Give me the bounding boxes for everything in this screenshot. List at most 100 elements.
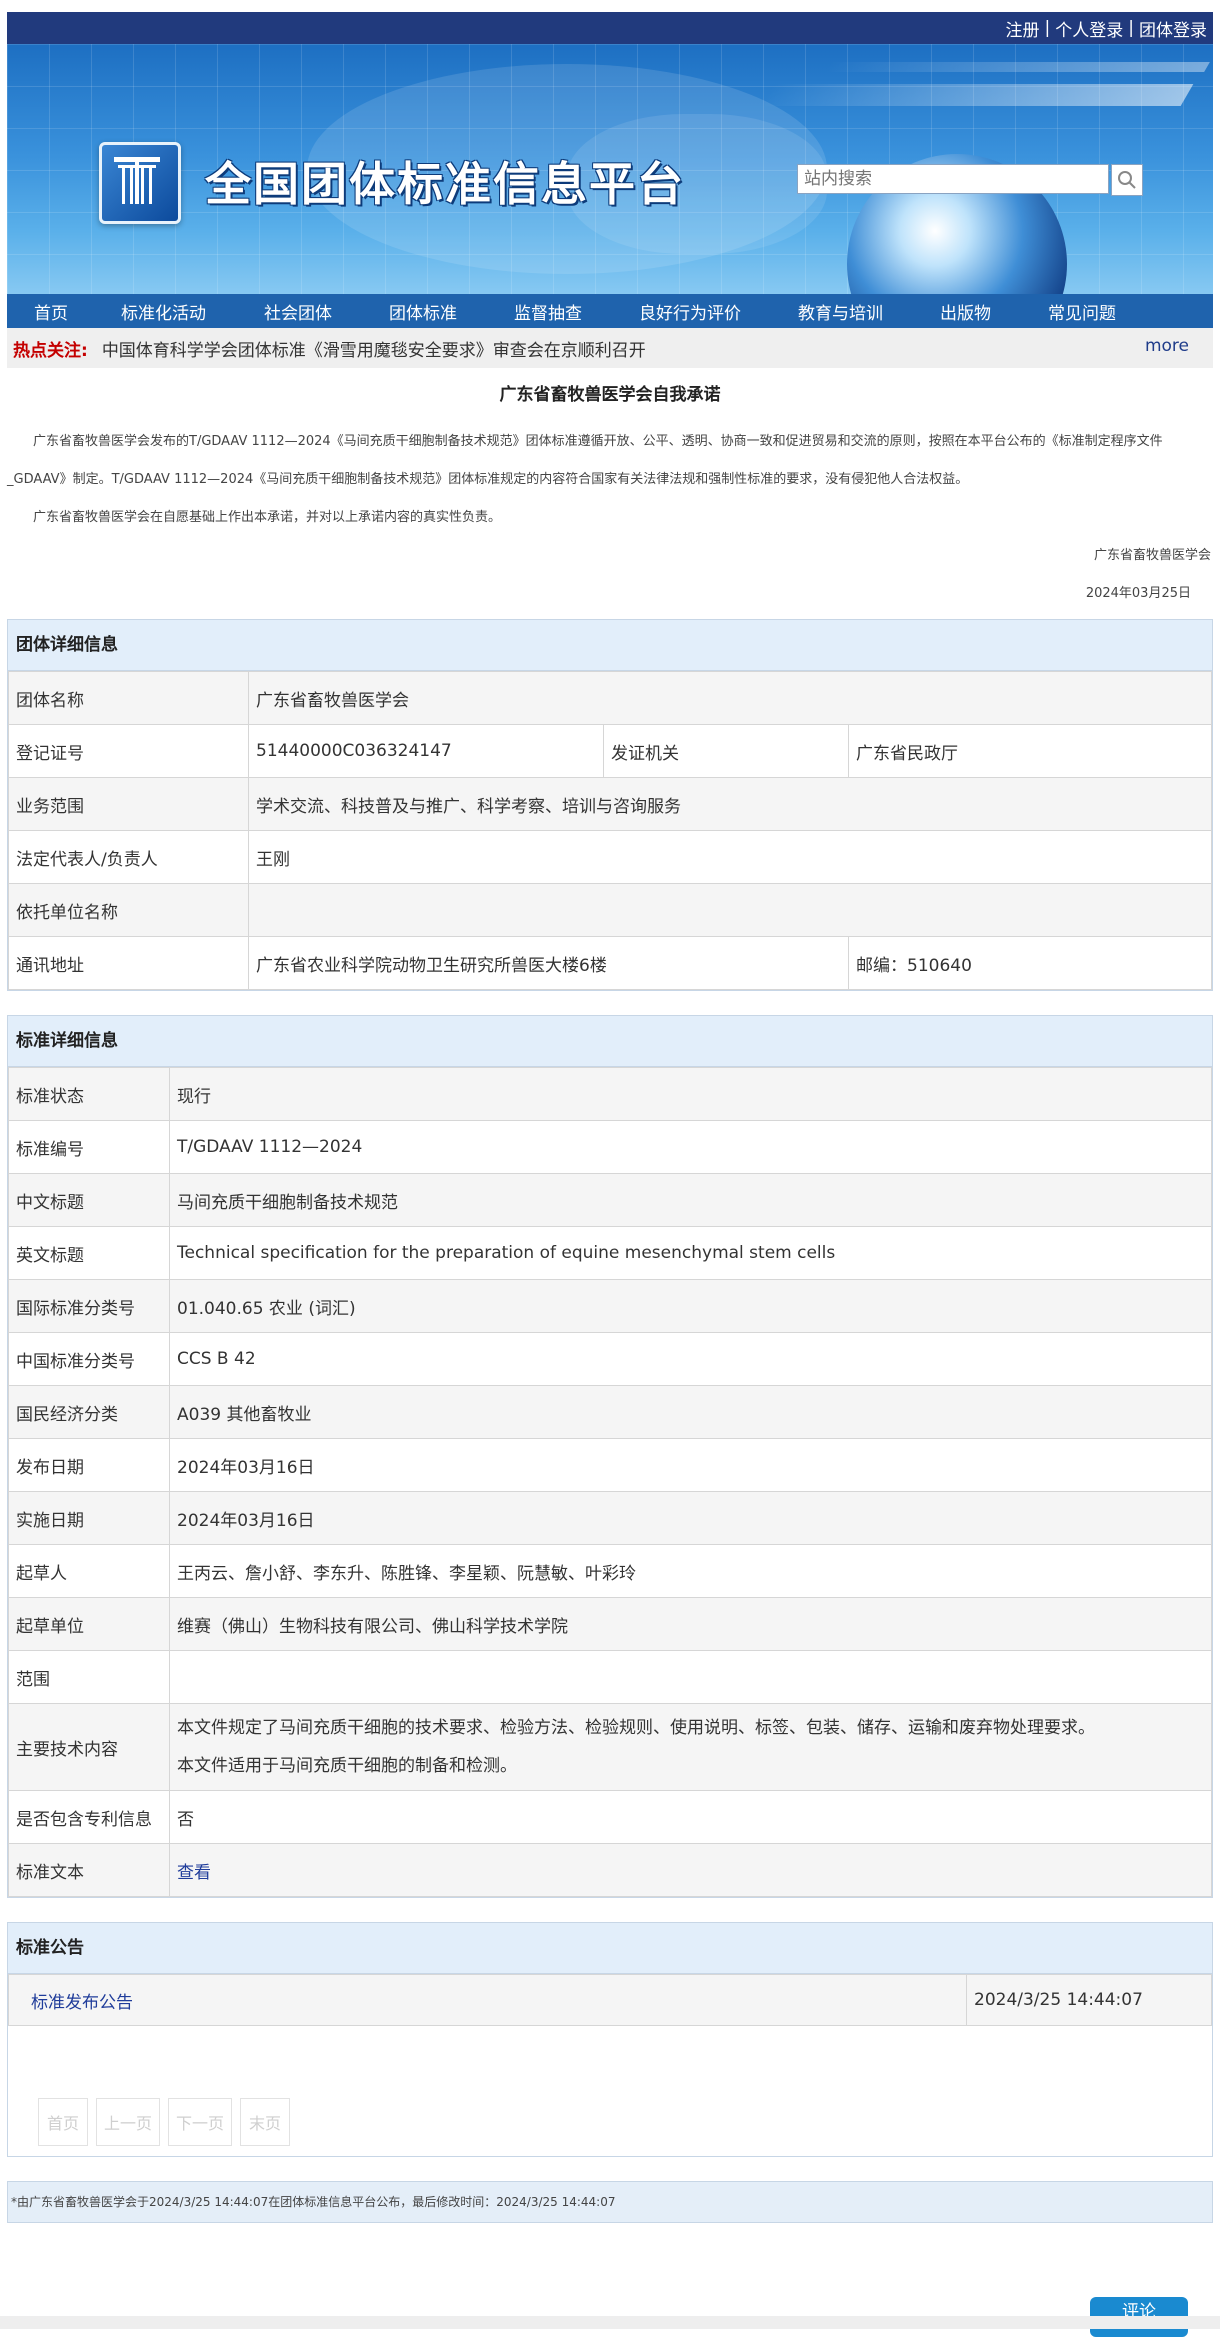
table-row: 登记证号 51440000C036324147 发证机关 广东省民政厅 <box>8 724 1212 778</box>
notice-table: 标准发布公告 2024/3/25 14:44:07 <box>8 1974 1212 2026</box>
table-value: 学术交流、科技普及与推广、科学考察、培训与咨询服务 <box>248 777 1212 831</box>
tech-content-line: 本文件规定了马间充质干细胞的技术要求、检验方法、检验规则、使用说明、标签、包装、… <box>177 1718 1095 1738</box>
table-label: 发证机关 <box>603 724 849 778</box>
table-row: 依托单位名称 <box>8 883 1212 937</box>
last-page-button[interactable]: 末页 <box>240 2098 290 2146</box>
table-row: 主要技术内容 本文件规定了马间充质干细胞的技术要求、检验方法、检验规则、使用说明… <box>8 1703 1212 1791</box>
promise-signature: 广东省畜牧兽医学会 <box>1093 548 1211 563</box>
view-standard-link[interactable]: 查看 <box>177 1863 211 1883</box>
table-value: 现行 <box>169 1067 1212 1121</box>
table-row: 实施日期 2024年03月16日 <box>8 1491 1212 1545</box>
table-value: 51440000C036324147 <box>248 724 604 778</box>
zip-code: 邮编：510640 <box>848 936 1212 990</box>
table-value: 2024年03月16日 <box>169 1438 1212 1492</box>
personal-login-link[interactable]: 个人登录 <box>1055 16 1123 41</box>
search-icon <box>1118 171 1136 189</box>
notice-time: 2024/3/25 14:44:07 <box>966 1974 1212 2026</box>
table-label: 英文标题 <box>8 1226 170 1280</box>
table-value: 本文件规定了马间充质干细胞的技术要求、检验方法、检验规则、使用说明、标签、包装、… <box>169 1703 1212 1791</box>
table-label: 实施日期 <box>8 1491 170 1545</box>
table-row: 标准发布公告 2024/3/25 14:44:07 <box>8 1974 1212 2026</box>
hot-news-label: 热点关注: <box>13 340 88 361</box>
nav-item-supervision[interactable]: 监督抽查 <box>514 299 582 324</box>
table-row: 起草单位 维赛（佛山）生物科技有限公司、佛山科学技术学院 <box>8 1597 1212 1651</box>
nav-item-group-standards[interactable]: 团体标准 <box>389 299 457 324</box>
table-label: 发布日期 <box>8 1438 170 1492</box>
table-value: 广东省农业科学院动物卫生研究所兽医大楼6楼 <box>248 936 849 990</box>
banner: 全国团体标准信息平台 <box>7 44 1213 294</box>
table-row: 团体名称 广东省畜牧兽医学会 <box>8 671 1212 725</box>
notice-header: 标准公告 <box>8 1923 1212 1974</box>
table-row: 国际标准分类号 01.040.65 农业 (词汇) <box>8 1279 1212 1333</box>
table-row: 发布日期 2024年03月16日 <box>8 1438 1212 1492</box>
first-page-button[interactable]: 首页 <box>38 2098 88 2146</box>
nav-item-groups[interactable]: 社会团体 <box>264 299 332 324</box>
search-button[interactable] <box>1111 164 1143 196</box>
table-value: T/GDAAV 1112—2024 <box>169 1120 1212 1174</box>
table-label: 法定代表人/负责人 <box>8 830 249 884</box>
table-label: 标准状态 <box>8 1067 170 1121</box>
notice-item: 标准发布公告 <box>8 1974 967 2026</box>
hot-news-link[interactable]: 中国体育科学学会团体标准《滑雪用魔毯安全要求》审查会在京顺利召开 <box>102 336 646 361</box>
table-label: 中国标准分类号 <box>8 1332 170 1386</box>
register-link[interactable]: 注册 <box>1006 16 1040 41</box>
table-label: 业务范围 <box>8 777 249 831</box>
standard-info-panel: 标准详细信息 标准状态 现行 标准编号 T/GDAAV 1112—2024 中文标题 马间… <box>7 1015 1213 1898</box>
table-row: 法定代表人/负责人 王刚 <box>8 830 1212 884</box>
table-row: 标准状态 现行 <box>8 1067 1212 1121</box>
table-row: 标准编号 T/GDAAV 1112—2024 <box>8 1120 1212 1174</box>
top-bar: 注册 | 个人登录 | 团体登录 <box>7 12 1213 44</box>
table-label: 主要技术内容 <box>8 1703 170 1791</box>
nav-item-good-behavior[interactable]: 良好行为评价 <box>639 299 741 324</box>
more-link[interactable]: more <box>1145 336 1189 356</box>
table-label: 依托单位名称 <box>8 883 249 937</box>
table-label: 中文标题 <box>8 1173 170 1227</box>
table-value <box>248 883 1212 937</box>
notice-panel: 标准公告 标准发布公告 2024/3/25 14:44:07 首页 上一页 下一… <box>7 1922 1213 2157</box>
group-info-table: 团体名称 广东省畜牧兽医学会 登记证号 51440000C036324147 发… <box>8 671 1212 990</box>
nav-item-faq[interactable]: 常见问题 <box>1048 299 1116 324</box>
group-info-panel: 团体详细信息 团体名称 广东省畜牧兽医学会 登记证号 51440000C0363… <box>7 619 1213 991</box>
table-label: 标准文本 <box>8 1843 170 1897</box>
table-row: 中文标题 马间充质干细胞制备技术规范 <box>8 1173 1212 1227</box>
promise-date: 2024年03月25日 <box>1085 586 1191 601</box>
nav-item-education[interactable]: 教育与培训 <box>798 299 883 324</box>
group-info-header: 团体详细信息 <box>8 620 1212 671</box>
table-row: 国民经济分类 A039 其他畜牧业 <box>8 1385 1212 1439</box>
table-label: 起草人 <box>8 1544 170 1598</box>
table-value: 2024年03月16日 <box>169 1491 1212 1545</box>
nav-item-home[interactable]: 首页 <box>34 299 68 324</box>
separator: | <box>1128 18 1134 38</box>
table-value: 王刚 <box>248 830 1212 884</box>
banner-light-streak <box>760 84 1194 106</box>
banner-light-streak <box>824 62 1210 72</box>
table-value: A039 其他畜牧业 <box>169 1385 1212 1439</box>
nav-item-publications[interactable]: 出版物 <box>940 299 991 324</box>
prev-page-button[interactable]: 上一页 <box>96 2098 160 2146</box>
table-value: 广东省畜牧兽医学会 <box>248 671 1212 725</box>
promise-paragraph: 广东省畜牧兽医学会在自愿基础上作出本承诺，并对以上承诺内容的真实性负责。 <box>33 510 502 525</box>
search-input[interactable] <box>797 164 1109 194</box>
bottom-bar <box>0 2316 1220 2329</box>
promise-text: 广东省畜牧兽医学会发布的T/GDAAV 1112—2024《马间充质干细胞制备技… <box>7 423 1213 613</box>
table-label: 国民经济分类 <box>8 1385 170 1439</box>
standard-info-table: 标准状态 现行 标准编号 T/GDAAV 1112—2024 中文标题 马间充质干细胞制备… <box>8 1067 1212 1897</box>
next-page-button[interactable]: 下一页 <box>168 2098 232 2146</box>
site-search <box>797 164 1143 196</box>
table-value: 查看 <box>169 1843 1212 1897</box>
table-row: 通讯地址 广东省农业科学院动物卫生研究所兽医大楼6楼 邮编：510640 <box>8 936 1212 990</box>
separator: | <box>1044 18 1051 38</box>
group-login-link[interactable]: 团体登录 <box>1139 16 1207 41</box>
table-label: 国际标准分类号 <box>8 1279 170 1333</box>
pagination: 首页 上一页 下一页 末页 <box>8 2026 1212 2156</box>
table-label: 标准编号 <box>8 1120 170 1174</box>
site-logo[interactable] <box>99 142 181 224</box>
promise-paragraph: 广东省畜牧兽医学会发布的T/GDAAV 1112—2024《马间充质干细胞制备技… <box>7 434 1163 487</box>
tech-content-line: 本文件适用于马间充质干细胞的制备和检测。 <box>177 1756 517 1776</box>
promise-title: 广东省畜牧兽医学会自我承诺 <box>499 385 721 405</box>
notice-link[interactable]: 标准发布公告 <box>31 1993 133 2013</box>
table-row: 中国标准分类号 CCS B 42 <box>8 1332 1212 1386</box>
table-label: 登记证号 <box>8 724 249 778</box>
table-row: 英文标题 Technical specification for the prep… <box>8 1226 1212 1280</box>
nav-item-standardization[interactable]: 标准化活动 <box>121 299 206 324</box>
